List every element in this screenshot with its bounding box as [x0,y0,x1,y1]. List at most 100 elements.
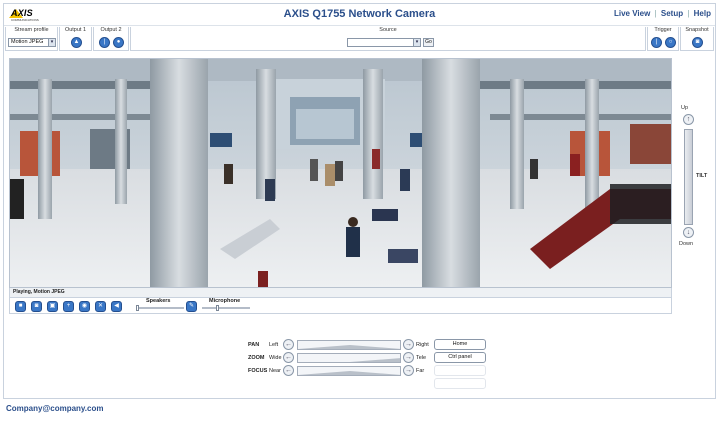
live-view-link[interactable]: Live View [614,9,650,18]
trigger-label: Trigger [654,27,672,33]
focus-ramp-graphic [298,371,400,375]
setup-link[interactable]: Setup [661,9,683,18]
trigger-off-button[interactable]: ○ [665,37,676,48]
microphone-slider-knob[interactable] [215,305,219,311]
chevron-down-icon: ▾ [413,39,420,46]
pan-left-button[interactable]: ← [283,339,294,350]
page-title: AXIS Q1755 Network Camera [283,8,436,20]
tilt-title: TILT [696,173,708,179]
focus-min-label: Near [269,368,281,374]
zoom-bar[interactable] [297,353,401,363]
video-toolbar: ■ ◙ ▣ + ◉ ✕ ◀ Speakers ✎ Microphone [9,298,672,314]
help-link[interactable]: Help [694,9,711,18]
output1-label: Output 1 [64,27,87,33]
header: AXIS COMMUNICATIONS AXIS Q1755 Network C… [4,4,715,26]
top-nav: Live View | Setup | Help [614,9,711,18]
output2-label: Output 2 [100,27,122,33]
main-frame: AXIS COMMUNICATIONS AXIS Q1755 Network C… [3,3,716,399]
zoom-max-label: Tele [416,355,427,361]
focus-near-button[interactable]: ← [283,365,294,376]
output1-group: Output 1 ▲ [59,27,92,51]
stop-icon: ■ [18,303,23,309]
tilt-control: Up ↑ TILT ↓ Down [679,105,707,253]
nav-separator: | [654,9,657,18]
speakers-slider-knob[interactable] [136,305,139,311]
record-button[interactable]: ▣ [47,301,58,312]
snapshot-group: Snapshot ◙ [680,27,714,51]
microphone-slider[interactable] [202,307,250,309]
camera-icon: ◙ [695,39,700,45]
output2-on-button[interactable]: | [99,37,110,48]
nav-separator: | [687,9,690,18]
source-select[interactable]: ▾ [347,38,421,47]
arrow-left-icon: ← [285,367,292,374]
speaker-icon: ◀ [114,303,119,309]
pan-max-label: Right [416,342,429,348]
empty-preset-slot [434,378,486,389]
trigger-on-icon: | [655,39,658,45]
output-off-icon: ● [116,39,121,45]
zoom-button[interactable]: + [63,301,74,312]
zoom-wide-button[interactable]: ← [283,352,294,363]
ctrl-panel-button[interactable]: Ctrl panel [434,352,486,363]
output2-off-button[interactable]: ● [113,37,124,48]
stop-button[interactable]: ■ [15,301,26,312]
tilt-up-button[interactable]: ↑ [683,114,694,125]
tilt-bar[interactable] [684,129,693,225]
go-button[interactable]: Go [423,38,434,47]
microphone-label: Microphone [209,298,241,304]
chevron-down-icon: ▾ [48,39,55,46]
output-on-icon: | [103,39,106,45]
speaker-button[interactable]: ◀ [111,301,122,312]
trigger-on-button[interactable]: | [651,37,662,48]
snapshot-video-button[interactable]: ◙ [31,301,42,312]
arrow-left-icon: ← [285,341,292,348]
pan-min-label: Left [269,342,279,348]
speakers-slider[interactable] [136,307,184,309]
snapshot-label: Snapshot [685,27,709,33]
microphone-icon: ✎ [188,303,195,309]
stream-profile-select[interactable]: Motion JPEG ▾ [8,38,56,47]
tilt-down-label: Down [679,241,694,247]
pan-right-button[interactable]: → [403,339,414,350]
source-group: Source ▾ Go [130,27,646,51]
home-button[interactable]: Home [434,339,486,350]
arrow-right-icon: → [405,354,412,361]
focus-max-label: Far [416,368,425,374]
arrow-right-icon: → [405,341,412,348]
video-view[interactable] [9,58,672,288]
arrow-left-icon: ← [285,354,292,361]
snapshot-button[interactable]: ◙ [692,37,703,48]
focus-label: FOCUS [248,368,268,374]
trigger-off-icon: ○ [668,39,673,45]
microphone-button[interactable]: ✎ [186,301,197,312]
camera-icon: ◙ [34,303,39,309]
output1-button[interactable]: ▲ [71,37,82,48]
zoom-label: ZOOM [248,355,265,361]
pan-ramp-graphic [298,345,400,349]
video-status-bar: Playing, Motion JPEG [9,288,672,298]
stream-profile-label: Stream profile [14,27,49,33]
arrow-right-icon: → [405,367,412,374]
control-bar: Stream profile Motion JPEG ▾ Output 1 ▲ … [4,27,715,51]
source-label: Source [379,27,397,33]
tilt-down-button[interactable]: ↓ [683,227,694,238]
zoom-icon: + [66,303,71,309]
output2-group: Output 2 | ● [93,27,129,51]
arrow-down-icon: ↓ [686,229,691,236]
mute-icon: ✕ [97,303,104,309]
focus-far-button[interactable]: → [403,365,414,376]
zoom-tele-button[interactable]: → [403,352,414,363]
zoom-ramp-graphic [350,358,400,362]
tilt-up-label: Up [681,105,689,111]
pan-bar[interactable] [297,340,401,350]
trigger-group: Trigger | ○ [647,27,679,51]
focus-bar[interactable] [297,366,401,376]
fullscreen-icon: ◉ [81,303,88,309]
fullscreen-button[interactable]: ◉ [79,301,90,312]
zoom-min-label: Wide [269,355,282,361]
stream-profile-group: Stream profile Motion JPEG ▾ [5,27,58,51]
company-email-link[interactable]: Company@company.com [6,404,103,413]
mute-button[interactable]: ✕ [95,301,106,312]
camera-scene-image [10,59,671,287]
